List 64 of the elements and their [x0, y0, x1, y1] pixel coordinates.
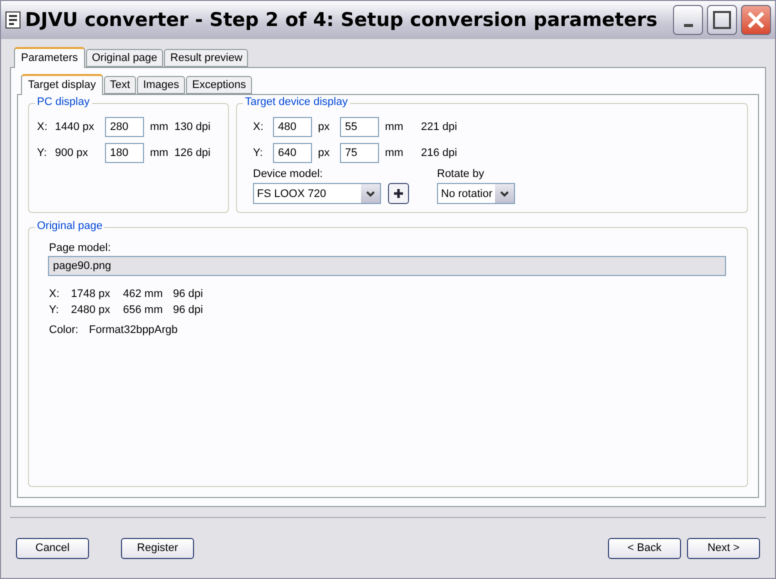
- device-model-dropdown[interactable]: FS LOOX 720: [253, 183, 381, 204]
- unit-label: mm: [150, 147, 168, 159]
- close-button[interactable]: [741, 5, 771, 35]
- close-icon: [747, 11, 765, 29]
- cancel-button[interactable]: Cancel: [16, 538, 89, 558]
- next-button[interactable]: Next >: [687, 538, 760, 558]
- unit-label: mm: [385, 147, 404, 159]
- unit-label: mm: [385, 121, 404, 133]
- axis-label: X:: [253, 121, 264, 133]
- tab[interactable]: Result preview: [164, 49, 248, 67]
- field-label: Page model:: [48, 242, 112, 254]
- tab[interactable]: Text: [104, 76, 136, 94]
- pixel-value: 900 px: [55, 147, 90, 159]
- mm-input-field[interactable]: 75: [340, 143, 379, 163]
- caret-icon: [366, 190, 375, 196]
- dpi-value: 126 dpi: [174, 147, 210, 159]
- mm-value: 656 mm: [123, 304, 164, 316]
- axis-label: Y:: [37, 147, 48, 159]
- dpi-value: 96 dpi: [173, 288, 203, 300]
- maximize-icon: [713, 11, 731, 29]
- unit-label: mm: [150, 121, 168, 133]
- mm-value: 462 mm: [123, 288, 164, 300]
- plus-icon: [393, 188, 404, 199]
- mm-input-field[interactable]: 280: [105, 117, 144, 137]
- dpi-value: 130 dpi: [174, 121, 210, 133]
- axis-label: Y:: [49, 304, 60, 316]
- add-button[interactable]: [388, 183, 409, 204]
- field-label: Device model:: [253, 168, 324, 180]
- tab[interactable]: Original page: [86, 49, 164, 67]
- axis-label: X:: [49, 288, 60, 300]
- tab[interactable]: Exceptions: [186, 76, 252, 94]
- app-icon: [5, 11, 21, 29]
- caret-icon: [500, 190, 509, 196]
- pixel-value: 2480 px: [71, 304, 112, 316]
- back-button[interactable]: < Back: [608, 538, 681, 558]
- dpi-value: 221 dpi: [421, 121, 458, 133]
- mm-input-field[interactable]: 55: [340, 117, 379, 137]
- dpi-value: 216 dpi: [421, 147, 458, 159]
- group-title: Original page: [35, 220, 104, 232]
- window-title: DJVU converter - Step 2 of 4: Setup conversion parameters: [25, 9, 658, 31]
- unit-label: px: [318, 121, 331, 133]
- tab[interactable]: Parameters: [14, 47, 85, 68]
- group-title: PC display: [35, 96, 92, 108]
- px-input-field[interactable]: 480: [273, 117, 312, 137]
- pixel-value: 1440 px: [55, 121, 96, 133]
- mm-input-field[interactable]: 180: [105, 143, 144, 163]
- axis-label: X:: [37, 121, 48, 133]
- color-format-value: Format32bppArgb: [89, 324, 178, 336]
- register-button[interactable]: Register: [121, 538, 194, 558]
- minimize-icon: [684, 24, 692, 26]
- field-label: Color:: [49, 324, 80, 336]
- field-label: Rotate by: [437, 168, 486, 180]
- px-input-field[interactable]: 640: [273, 143, 312, 163]
- minimize-button[interactable]: [673, 5, 703, 35]
- rotation-dropdown[interactable]: No rotatior: [437, 183, 515, 204]
- pixel-value: 1748 px: [71, 288, 112, 300]
- page-model-field[interactable]: page90.png: [48, 256, 726, 276]
- unit-label: px: [318, 147, 331, 159]
- axis-label: Y:: [253, 147, 264, 159]
- dpi-value: 96 dpi: [173, 304, 203, 316]
- group-title: Target device display: [243, 96, 350, 108]
- tab[interactable]: Target display: [21, 74, 103, 95]
- maximize-button[interactable]: [707, 5, 737, 35]
- tab[interactable]: Images: [137, 76, 186, 94]
